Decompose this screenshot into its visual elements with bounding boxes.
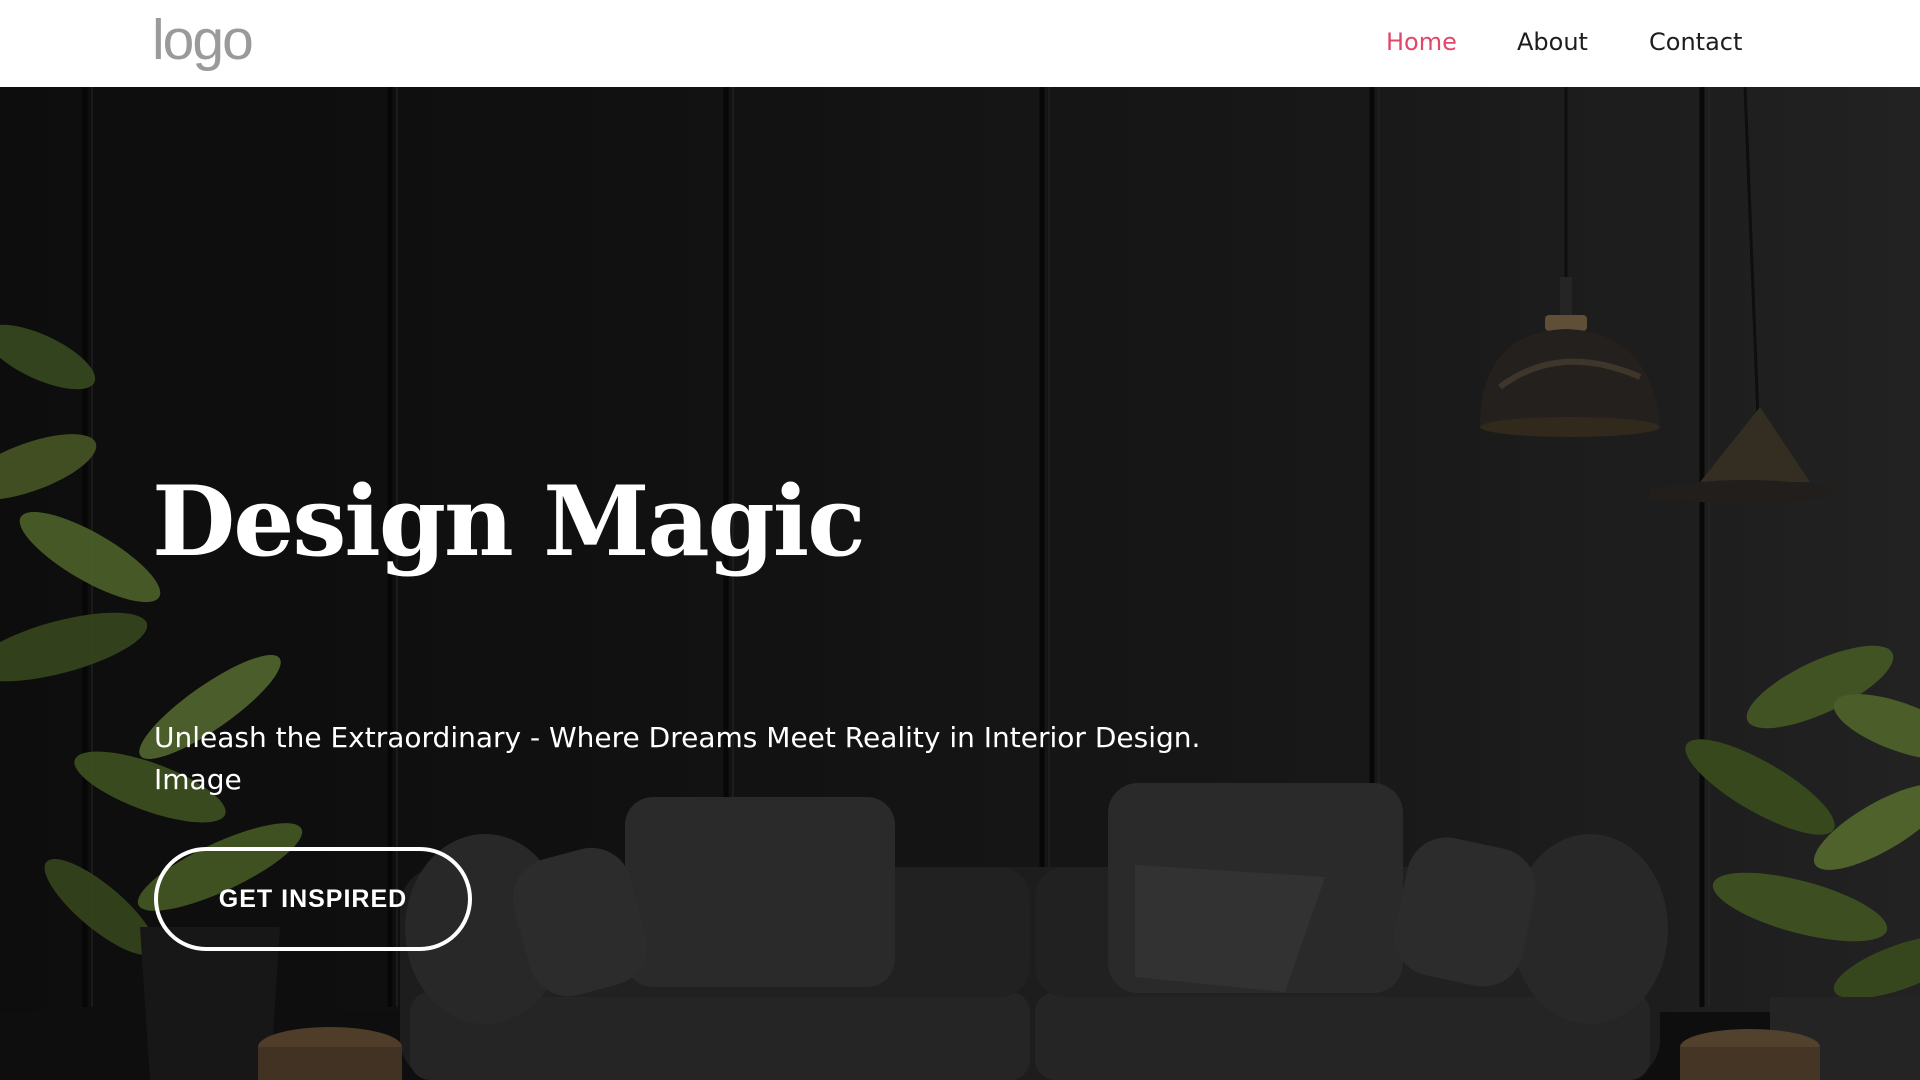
nav-about-link[interactable]: About (1517, 26, 1588, 58)
hero-subtitle: Unleash the Extraordinary - Where Dreams… (154, 721, 1201, 796)
site-header: logo Home About Contact (0, 0, 1920, 87)
nav-contact-link[interactable]: Contact (1649, 26, 1742, 58)
hero-title: Design Magic (152, 465, 866, 578)
logo[interactable]: logo (152, 8, 254, 72)
nav-home-link[interactable]: Home (1386, 26, 1457, 58)
get-inspired-button[interactable]: GET INSPIRED (154, 847, 472, 951)
hero-section: Design Magic Unleash the Extraordinary -… (0, 87, 1920, 1080)
